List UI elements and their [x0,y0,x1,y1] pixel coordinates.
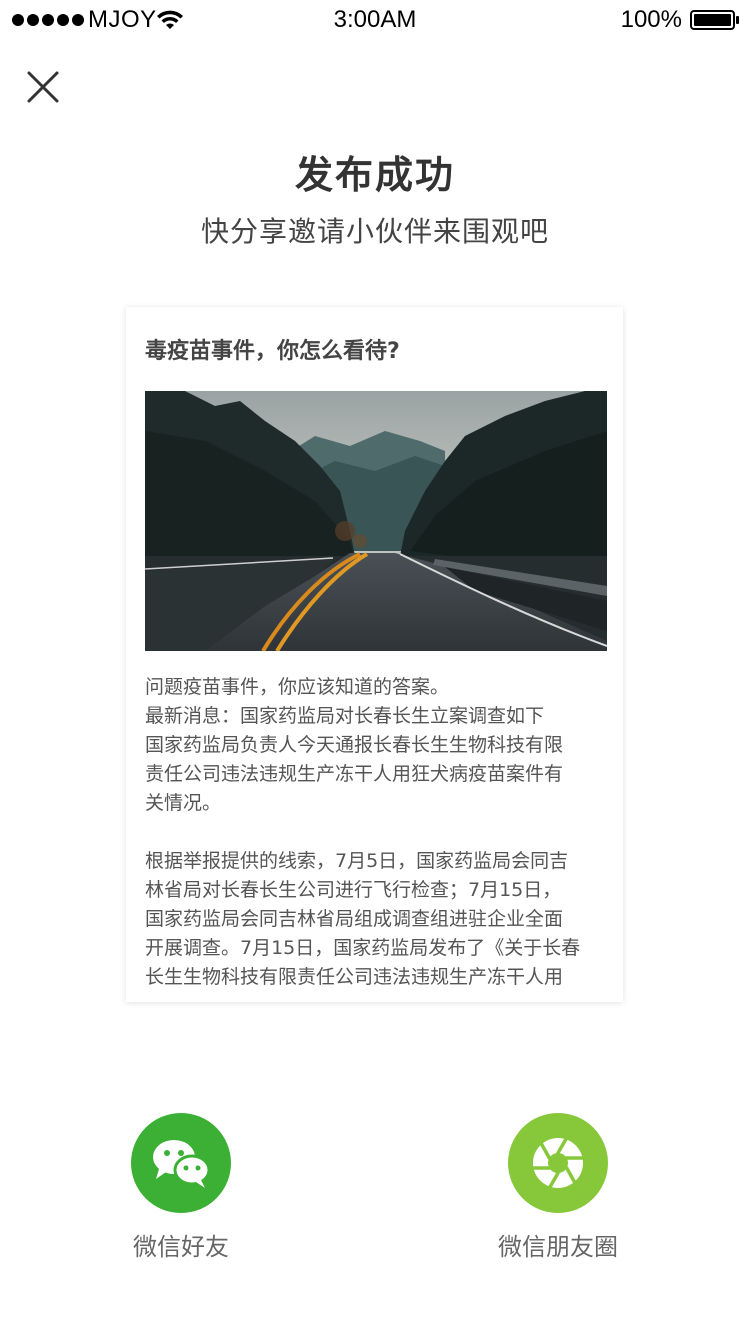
article-excerpt: 问题疫苗事件，你应该知道的答案。 最新消息：国家药监局对长春长生立案调查如下 国… [145,673,615,992]
battery-icon [690,10,739,30]
share-wechat-label: 微信好友 [133,1233,229,1261]
excerpt-line: 长生生物科技有限责任公司违法违规生产冻干人用 [145,966,564,988]
status-bar: MJOY 3:00AM 100% [0,0,750,40]
excerpt-line: 关情况。 [145,792,222,814]
excerpt-line: 林省局对长春长生公司进行飞行检查；7月15日， [145,879,562,901]
excerpt-line: 根据举报提供的线索，7月5日，国家药监局会同吉 [145,850,569,872]
excerpt-line: 国家药监局负责人今天通报长春长生生物科技有限 [145,734,564,756]
battery-percentage: 100% [620,6,682,33]
excerpt-line: 开展调查。7月15日，国家药监局发布了《关于长春 [145,937,581,959]
moments-icon [508,1113,608,1213]
share-wechat-friend-button[interactable]: 微信好友 [101,1113,261,1262]
excerpt-line: 国家药监局会同吉林省局组成调查组进驻企业全面 [145,908,564,930]
article-title: 毒疫苗事件，你怎么看待? [145,339,400,364]
article-preview-card[interactable]: 毒疫苗事件，你怎么看待? 问题疫苗事件，你应该知道的答案。 最新消息：国家药监局… [126,307,623,1002]
share-moments-button[interactable]: 微信朋友圈 [478,1113,638,1262]
excerpt-line: 问题疫苗事件，你应该知道的答案。 [145,676,450,698]
excerpt-line: 责任公司违法违规生产冻干人用狂犬病疫苗案件有 [145,763,564,785]
mountain-road-photo [145,391,607,651]
share-moments-label: 微信朋友圈 [498,1233,618,1261]
page-subtitle: 快分享邀请小伙伴来围观吧 [200,215,549,248]
close-icon [27,71,59,103]
excerpt-line: 最新消息：国家药监局对长春长生立案调查如下 [145,705,545,727]
wechat-icon [131,1113,231,1213]
close-button[interactable] [22,66,64,108]
page-title: 发布成功 [294,153,455,197]
